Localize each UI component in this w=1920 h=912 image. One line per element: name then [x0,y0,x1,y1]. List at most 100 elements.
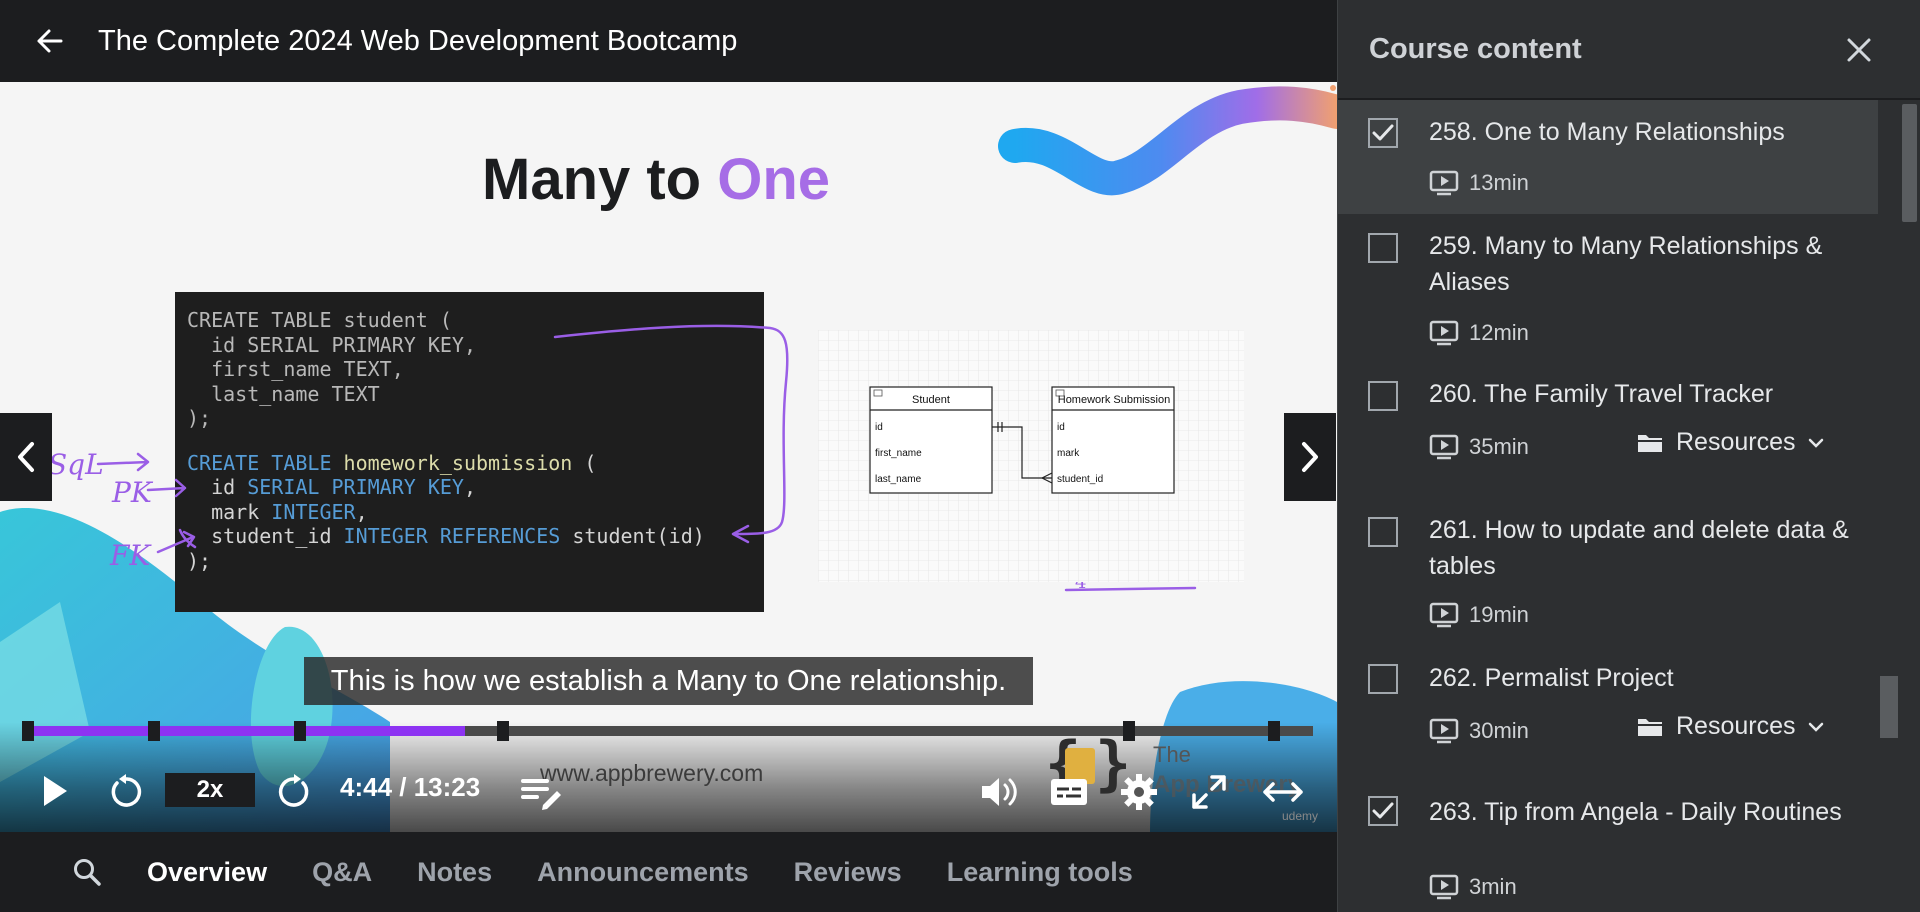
fullscreen-icon [1192,775,1226,809]
time-display: 4:44 / 13:23 [340,772,481,802]
progress-bar[interactable] [22,721,1313,741]
lecture-item[interactable]: 259. Many to Many Relationships & Aliase… [1338,214,1878,364]
tab-announcements[interactable]: Announcements [537,857,749,888]
sidebar-header: Course content [1338,0,1920,100]
lecture-checkbox[interactable] [1368,381,1398,411]
course-title[interactable]: The Complete 2024 Web Development Bootca… [98,25,737,58]
video-icon [1429,170,1459,196]
back-button[interactable] [0,0,98,82]
lecture-title: 258. One to Many Relationships [1429,118,1785,146]
captions-icon [1051,779,1087,805]
lecture-checkbox[interactable] [1368,796,1398,826]
settings-button[interactable] [1116,770,1162,814]
handwriting-fk: FK [109,539,152,572]
resources-dropdown[interactable]: Resources [1636,712,1824,741]
chevron-right-icon [1302,442,1318,472]
top-bar: The Complete 2024 Web Development Bootca… [0,0,1337,82]
lecture-duration: 30min [1429,718,1529,744]
lecture-item[interactable]: 262. Permalist Project 30min Resources [1338,648,1878,782]
lecture-checkbox[interactable] [1368,517,1398,547]
check-icon [1372,802,1394,819]
lecture-title: 262. Permalist Project [1429,664,1674,692]
folder-icon [1638,718,1662,736]
progress-fill [28,726,465,736]
chevron-down-icon [1808,438,1823,448]
video-player[interactable]: Many to One CREATE TABLE student ( id SE… [0,82,1337,832]
chevron-down-icon [1808,722,1823,732]
gear-icon [1121,774,1157,810]
captions-button[interactable] [1046,772,1092,812]
tab-notes[interactable]: Notes [417,857,492,888]
expand-view-button[interactable] [1258,772,1308,812]
video-icon [1429,874,1459,900]
video-icon [1429,320,1459,346]
lecture-title: 263. Tip from Angela - Daily Routines [1429,798,1842,826]
play-icon [44,776,67,806]
next-lecture-button[interactable] [1284,413,1336,501]
erd-field: first_name [875,448,922,459]
folder-icon [1638,434,1662,452]
lecture-item[interactable]: 258. One to Many Relationships 13min [1338,100,1878,214]
video-icon [1429,434,1459,460]
lecture-item[interactable]: 263. Tip from Angela - Daily Routines 3m… [1338,782,1878,902]
course-content-sidebar: Course content 258. One to Many Relation… [1337,0,1920,912]
lecture-title: 259. Many to Many Relationships & Aliase… [1429,232,1823,296]
note-edit-icon [521,779,561,810]
erd-student-title: Student [912,394,950,406]
resources-dropdown[interactable]: Resources [1636,428,1824,457]
handwriting-pk: PK [111,476,154,509]
erd-field: id [875,422,883,433]
search-icon[interactable] [72,857,102,887]
add-note-button[interactable] [518,772,564,812]
expand-horizontal-icon [1263,782,1303,802]
player-controls: 2x 4:44 / 13:23 [0,752,1337,832]
scrollbar-thumb-inner[interactable] [1880,676,1898,738]
lecture-checkbox[interactable] [1368,664,1398,694]
erd-homework-title: Homework Submission [1058,394,1170,406]
chapter-marker[interactable] [497,721,509,741]
forward-5-icon [278,774,309,807]
erd-diagram: Student id first_name last_name Homework… [818,330,1244,582]
rewind-5-icon [111,774,142,807]
lecture-checkbox[interactable] [1368,118,1398,148]
erd-field: id [1057,422,1065,433]
chapter-marker[interactable] [148,721,160,741]
fullscreen-button[interactable] [1186,770,1232,814]
lecture-duration: 3min [1429,874,1517,900]
lecture-tabs: Overview Q&A Notes Announcements Reviews… [0,832,1337,912]
playback-speed-button[interactable]: 2x [165,773,255,807]
lecture-duration: 35min [1429,434,1529,460]
lecture-list: 258. One to Many Relationships 13min 259… [1338,100,1878,902]
close-icon[interactable] [1843,34,1875,66]
volume-icon [982,778,1017,806]
previous-lecture-button[interactable] [0,413,52,501]
forward-button[interactable] [272,770,316,814]
erd-field: last_name [875,474,922,485]
lecture-item[interactable]: 260. The Family Travel Tracker 35min Res… [1338,364,1878,498]
video-icon [1429,718,1459,744]
chapter-marker[interactable] [1268,721,1280,741]
check-icon [1372,124,1394,141]
scrollbar-thumb[interactable] [1902,104,1917,222]
tab-qa[interactable]: Q&A [312,857,372,888]
lecture-item[interactable]: 261. How to update and delete data & tab… [1338,498,1878,648]
tab-learning-tools[interactable]: Learning tools [947,857,1133,888]
tab-overview[interactable]: Overview [147,857,267,888]
sidebar-title: Course content [1369,32,1582,65]
chapter-marker[interactable] [1123,721,1135,741]
lecture-title: 261. How to update and delete data & tab… [1429,516,1849,580]
lecture-checkbox[interactable] [1368,233,1398,263]
chapter-marker[interactable] [22,721,34,741]
rewind-button[interactable] [104,770,148,814]
volume-button[interactable] [976,772,1022,812]
lecture-title: 260. The Family Travel Tracker [1429,380,1774,408]
play-button[interactable] [36,770,74,812]
subtitle-caption: This is how we establish a Many to One r… [304,657,1033,705]
chapter-marker[interactable] [294,721,306,741]
chevron-left-icon [18,442,34,472]
video-icon [1429,602,1459,628]
lecture-duration: 12min [1429,320,1529,346]
tab-reviews[interactable]: Reviews [794,857,902,888]
erd-field: student_id [1057,474,1103,485]
erd-field: mark [1057,448,1080,459]
